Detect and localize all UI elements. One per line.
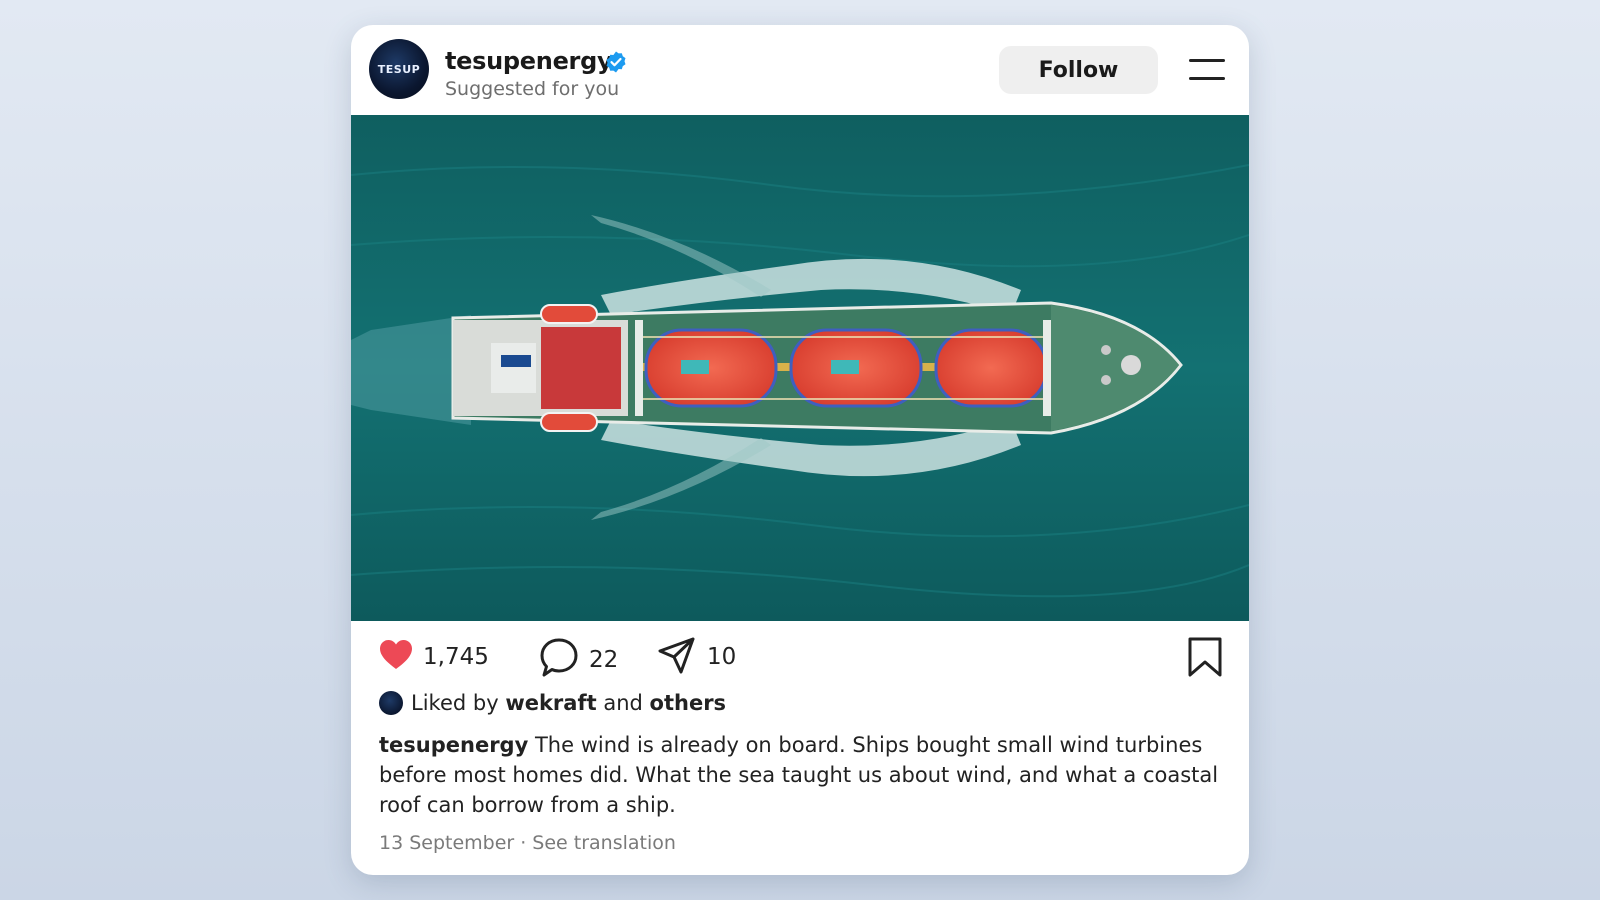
post-actions: 1,745 22 10	[351, 621, 1249, 691]
bookmark-icon[interactable]	[1188, 637, 1222, 681]
like-action[interactable]: 1,745	[379, 639, 489, 675]
heart-icon[interactable]	[379, 639, 413, 675]
post-footer: 13 September · See translation	[379, 832, 676, 854]
verified-badge-icon	[604, 50, 628, 78]
profile-avatar[interactable]: TESUP	[369, 39, 429, 99]
comment-action[interactable]: 22	[539, 637, 618, 683]
share-action[interactable]: 10	[657, 635, 736, 679]
liked-by-line: Liked by wekraft and others	[379, 691, 726, 715]
post-date: 13 September	[379, 832, 515, 854]
see-translation-link[interactable]: See translation	[532, 832, 676, 854]
share-count: 10	[707, 644, 737, 670]
send-icon[interactable]	[657, 635, 697, 679]
post-card: TESUP tesupenergy Suggested for you Foll…	[351, 25, 1249, 875]
liked-by-others[interactable]: others	[650, 691, 727, 715]
like-count: 1,745	[423, 644, 489, 670]
username[interactable]: tesupenergy	[445, 47, 613, 75]
comment-icon[interactable]	[539, 637, 579, 683]
liked-by-prefix: Liked by	[411, 691, 499, 715]
separator: ·	[520, 832, 527, 854]
suggested-label: Suggested for you	[445, 78, 620, 100]
liker-avatar[interactable]	[379, 691, 403, 715]
post-photo-ship[interactable]	[351, 115, 1249, 621]
caption-username[interactable]: tesupenergy	[379, 733, 528, 757]
post-header: TESUP tesupenergy Suggested for you Foll…	[351, 25, 1249, 115]
liked-by-user[interactable]: wekraft	[505, 691, 596, 715]
avatar-logo-text: TESUP	[377, 62, 421, 76]
liked-by-and: and	[603, 691, 643, 715]
post-caption: tesupenergy The wind is already on board…	[379, 730, 1219, 820]
comment-count: 22	[589, 647, 619, 673]
follow-button[interactable]: Follow	[999, 46, 1158, 94]
menu-icon[interactable]	[1189, 58, 1225, 86]
